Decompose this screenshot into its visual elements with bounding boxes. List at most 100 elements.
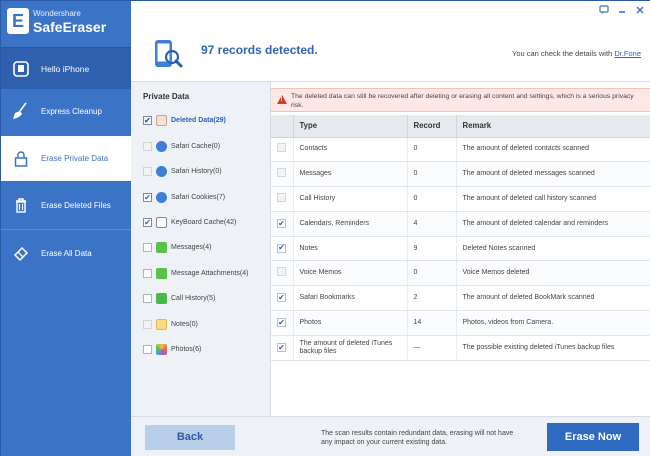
- table-row[interactable]: Contacts 0 The amount of deleted contact…: [271, 137, 650, 163]
- row-type: Contacts: [293, 137, 408, 163]
- row-remark: The amount of deleted BookMark scanned: [456, 285, 650, 312]
- private-item-checkbox[interactable]: [143, 268, 152, 278]
- private-item-photos[interactable]: Photos(6): [143, 341, 201, 357]
- header: 97 records detected. You can check the d…: [131, 1, 650, 81]
- private-item-messages[interactable]: Messages(4): [143, 239, 211, 255]
- private-item-label: Safari Cookies(7): [171, 193, 226, 201]
- trash-icon: [1, 196, 41, 214]
- private-item-checkbox[interactable]: [143, 293, 152, 303]
- drfone-link[interactable]: Dr.Fone: [614, 49, 641, 58]
- row-remark: The amount of deleted call history scann…: [456, 186, 650, 212]
- row-checkbox[interactable]: ✔: [277, 219, 286, 229]
- row-record: 0: [407, 260, 457, 287]
- row-select[interactable]: ✔: [271, 211, 294, 237]
- private-data-title: Private Data: [143, 92, 190, 101]
- feedback-icon[interactable]: [599, 5, 609, 18]
- table-row[interactable]: ✔ The amount of deleted iTunes backup fi…: [271, 335, 650, 361]
- private-item-safari-cache[interactable]: Safari Cache(0): [143, 138, 220, 154]
- table-row[interactable]: ✔ Notes 9 Deleted Notes scanned: [271, 236, 650, 262]
- row-select[interactable]: ✔: [271, 335, 294, 361]
- row-checkbox[interactable]: [277, 143, 286, 153]
- details-hint: You can check the details with Dr.Fone: [512, 49, 641, 58]
- private-item-checkbox[interactable]: [143, 141, 152, 151]
- private-item-label: Message Attachments(4): [171, 269, 249, 277]
- table-header-row: Type Record Remark: [271, 115, 650, 138]
- sidebar-item-label: Erase Private Data: [41, 154, 109, 163]
- warning-icon: !: [277, 95, 287, 104]
- private-item-checkbox[interactable]: [143, 344, 152, 354]
- private-item-checkbox[interactable]: [143, 242, 152, 252]
- row-checkbox[interactable]: ✔: [277, 318, 286, 328]
- table-row[interactable]: Messages 0 The amount of deleted message…: [271, 161, 650, 188]
- row-checkbox[interactable]: ✔: [277, 343, 286, 353]
- table-row[interactable]: Voice Memos 0 Voice Memos deleted: [271, 260, 650, 287]
- row-select[interactable]: [271, 260, 294, 287]
- row-type: Notes: [293, 236, 408, 262]
- sidebar-item-express-cleanup[interactable]: Express Cleanup: [1, 89, 131, 133]
- erase-now-button[interactable]: Erase Now: [547, 423, 639, 451]
- row-select[interactable]: [271, 161, 294, 188]
- row-checkbox[interactable]: [277, 192, 286, 202]
- private-item-safari-cookies[interactable]: ✔ Safari Cookies(7): [143, 189, 225, 205]
- table-row[interactable]: Call History 0 The amount of deleted cal…: [271, 186, 650, 212]
- private-item-notes[interactable]: Notes(0): [143, 316, 198, 332]
- phone-search-icon: [151, 37, 185, 73]
- sidebar-item-label: Erase All Data: [41, 248, 92, 258]
- row-remark: The amount of deleted contacts scanned: [456, 137, 650, 163]
- sidebar-item-erase-private-data[interactable]: Erase Private Data: [1, 136, 131, 181]
- safari-icon: [156, 191, 167, 203]
- row-type: Safari Bookmarks: [293, 285, 408, 312]
- lock-icon: [1, 150, 41, 168]
- sidebar-device-hello[interactable]: Hello iPhone: [1, 47, 131, 89]
- broom-icon: [1, 101, 41, 121]
- row-select[interactable]: [271, 186, 294, 212]
- row-checkbox[interactable]: ✔: [277, 243, 286, 253]
- row-select[interactable]: ✔: [271, 310, 294, 336]
- private-item-message-attachments[interactable]: Message Attachments(4): [143, 265, 248, 281]
- window-controls: [599, 5, 645, 18]
- row-remark: Photos, videos from Camera.: [456, 310, 650, 336]
- results-table: Type Record Remark Contacts 0 The amount…: [271, 115, 650, 361]
- iphone-icon: [1, 60, 41, 78]
- sidebar-item-erase-deleted-files[interactable]: Erase Deleted Files: [1, 183, 131, 227]
- private-item-label: Photos(6): [171, 345, 202, 353]
- private-item-checkbox[interactable]: [143, 166, 152, 176]
- row-select[interactable]: ✔: [271, 236, 294, 262]
- header-type: Type: [293, 115, 408, 138]
- private-item-deleted-data[interactable]: ✔ Deleted Data(29): [143, 112, 226, 128]
- private-item-label: KeyBoard Cache(42): [171, 218, 237, 226]
- sidebar-item-erase-all-data[interactable]: Erase All Data: [1, 231, 131, 275]
- row-checkbox[interactable]: [277, 267, 286, 277]
- table-row[interactable]: ✔ Safari Bookmarks 2 The amount of delet…: [271, 285, 650, 312]
- row-select[interactable]: ✔: [271, 285, 294, 312]
- private-item-safari-history[interactable]: Safari History(0): [143, 163, 222, 179]
- row-record: 2: [407, 285, 457, 312]
- private-item-call-history[interactable]: Call History(5): [143, 290, 215, 306]
- private-item-checkbox[interactable]: ✔: [143, 217, 152, 227]
- photos-icon: [156, 343, 167, 355]
- sidebar-item-label: Express Cleanup: [41, 106, 102, 116]
- minimize-icon[interactable]: [617, 5, 627, 18]
- close-icon[interactable]: [635, 5, 645, 18]
- private-item-checkbox[interactable]: ✔: [143, 192, 152, 202]
- row-select[interactable]: [271, 137, 294, 163]
- row-type: Call History: [293, 186, 408, 212]
- eraser-icon: [1, 244, 41, 262]
- header-remark: Remark: [456, 115, 650, 138]
- app-window: E Wondershare SafeEraser Hello iPhone Ex…: [0, 0, 650, 456]
- private-data-panel: Private Data ✔ Deleted Data(29) Safari C…: [131, 81, 271, 416]
- table-row[interactable]: ✔ Photos 14 Photos, videos from Camera.: [271, 310, 650, 336]
- row-checkbox[interactable]: ✔: [277, 293, 286, 303]
- table-row[interactable]: ✔ Calendars, Reminders 4 The amount of d…: [271, 211, 650, 237]
- phone-icon: [156, 292, 167, 304]
- private-item-checkbox[interactable]: [143, 319, 152, 329]
- trash-icon: [156, 114, 167, 126]
- brand-logo: E Wondershare SafeEraser: [1, 1, 131, 47]
- back-button[interactable]: Back: [145, 425, 235, 450]
- row-checkbox[interactable]: [277, 168, 286, 178]
- private-item-label: Messages(4): [171, 243, 212, 251]
- footer-note: The scan results contain redundant data,…: [321, 430, 514, 446]
- private-item-keyboard-cache[interactable]: ✔ KeyBoard Cache(42): [143, 214, 236, 230]
- private-item-checkbox[interactable]: ✔: [143, 115, 152, 125]
- row-remark: The amount of deleted messages scanned: [456, 161, 650, 188]
